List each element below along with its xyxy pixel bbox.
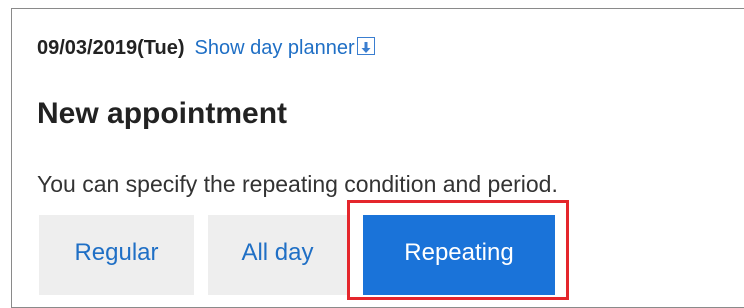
show-day-planner-link[interactable]: Show day planner <box>195 37 355 59</box>
page-description: You can specify the repeating condition … <box>37 171 558 197</box>
appointment-date: 09/03/2019(Tue) <box>37 37 185 59</box>
arrow-down-glyph <box>361 42 371 53</box>
tab-repeating[interactable]: Repeating <box>363 215 555 295</box>
date-header: 09/03/2019(Tue) Show day planner <box>37 36 375 60</box>
page-title: New appointment <box>37 97 288 130</box>
tab-all-day[interactable]: All day <box>208 215 347 295</box>
arrow-down-icon[interactable] <box>356 37 375 55</box>
tab-regular[interactable]: Regular <box>39 215 194 295</box>
